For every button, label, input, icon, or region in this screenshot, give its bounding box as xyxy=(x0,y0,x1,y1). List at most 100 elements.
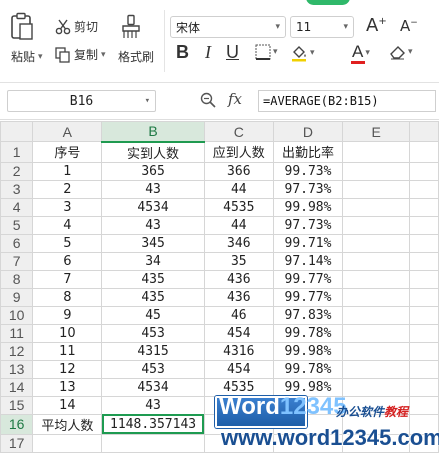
row-header[interactable]: 2 xyxy=(0,161,34,181)
cell-b2[interactable]: 365 xyxy=(101,161,205,181)
cell-b9[interactable]: 435 xyxy=(101,287,205,307)
cell-c6[interactable]: 346 xyxy=(203,233,274,253)
cell-e15[interactable] xyxy=(342,395,411,415)
cell-e17[interactable] xyxy=(342,433,411,453)
cell-a10[interactable]: 9 xyxy=(32,305,103,325)
cell-d9[interactable]: 99.77% xyxy=(272,287,344,307)
cell-b3[interactable]: 43 xyxy=(101,179,205,199)
italic-button[interactable]: I xyxy=(205,42,211,63)
cell-c15[interactable] xyxy=(203,395,274,415)
cell-f13[interactable] xyxy=(409,359,439,379)
cell-c8[interactable]: 436 xyxy=(203,269,274,289)
cell-c7[interactable]: 35 xyxy=(203,251,274,271)
row-header[interactable]: 4 xyxy=(0,197,34,217)
zoom-icon[interactable] xyxy=(200,92,216,108)
cell-e2[interactable] xyxy=(342,161,411,181)
cell-e16[interactable] xyxy=(342,413,411,435)
cell-b11[interactable]: 453 xyxy=(101,323,205,343)
cell-c17[interactable] xyxy=(203,433,274,453)
cell-c12[interactable]: 4316 xyxy=(203,341,274,361)
cell-d5[interactable]: 97.73% xyxy=(272,215,344,235)
formula-input[interactable]: =AVERAGE(B2:B15) xyxy=(258,90,436,112)
cell-c11[interactable]: 454 xyxy=(203,323,274,343)
cell-d11[interactable]: 99.78% xyxy=(272,323,344,343)
cell-b13[interactable]: 453 xyxy=(101,359,205,379)
row-header[interactable]: 13 xyxy=(0,359,34,379)
font-name-select[interactable]: 宋体 ▾ xyxy=(170,16,286,38)
copy-button[interactable]: 复制 ▾ xyxy=(55,46,106,63)
cell-f17[interactable] xyxy=(409,433,439,453)
format-painter-label-wrap[interactable]: 格式刷 xyxy=(118,48,154,65)
cell-d17[interactable] xyxy=(272,433,344,453)
cell-b10[interactable]: 45 xyxy=(101,305,205,325)
cell-a7[interactable]: 6 xyxy=(32,251,103,271)
cell-a16[interactable]: 平均人数 xyxy=(32,413,103,435)
selected-cell-b16[interactable]: 1148.357143 xyxy=(101,413,205,435)
fill-color-button[interactable]: ▾ xyxy=(290,44,315,62)
cell-a15[interactable]: 14 xyxy=(32,395,103,415)
cell-b5[interactable]: 43 xyxy=(101,215,205,235)
row-header[interactable]: 14 xyxy=(0,377,34,397)
cell-b17[interactable] xyxy=(101,433,205,453)
row-header[interactable]: 15 xyxy=(0,395,34,415)
cell-a2[interactable]: 1 xyxy=(32,161,103,181)
cell-f4[interactable] xyxy=(409,197,439,217)
column-header-b[interactable]: B xyxy=(101,121,205,143)
cell-a17[interactable] xyxy=(32,433,103,453)
cell-e14[interactable] xyxy=(342,377,411,397)
cell-f16[interactable] xyxy=(409,413,439,435)
cell-f9[interactable] xyxy=(409,287,439,307)
cell-e7[interactable] xyxy=(342,251,411,271)
cell-e9[interactable] xyxy=(342,287,411,307)
row-header[interactable]: 16 xyxy=(0,413,34,435)
cell-e5[interactable] xyxy=(342,215,411,235)
paste-button[interactable] xyxy=(9,12,35,42)
cell-f2[interactable] xyxy=(409,161,439,181)
cell-b7[interactable]: 34 xyxy=(101,251,205,271)
cell-d1[interactable]: 出勤比率 xyxy=(272,141,344,163)
bold-button[interactable]: B xyxy=(176,42,189,63)
cell-a11[interactable]: 10 xyxy=(32,323,103,343)
decrease-font-button[interactable]: A− xyxy=(400,17,418,35)
row-header[interactable]: 5 xyxy=(0,215,34,235)
cell-a6[interactable]: 5 xyxy=(32,233,103,253)
cell-c3[interactable]: 44 xyxy=(203,179,274,199)
cell-b4[interactable]: 4534 xyxy=(101,197,205,217)
cell-d8[interactable]: 99.77% xyxy=(272,269,344,289)
clear-format-button[interactable]: ▾ xyxy=(388,44,413,60)
cell-f5[interactable] xyxy=(409,215,439,235)
cell-a8[interactable]: 7 xyxy=(32,269,103,289)
cell-f3[interactable] xyxy=(409,179,439,199)
cell-a3[interactable]: 2 xyxy=(32,179,103,199)
cell-c14[interactable]: 4535 xyxy=(203,377,274,397)
font-size-select[interactable]: 11 ▾ xyxy=(290,16,354,38)
cell-c16[interactable] xyxy=(203,413,274,435)
cell-d7[interactable]: 97.14% xyxy=(272,251,344,271)
cell-f10[interactable] xyxy=(409,305,439,325)
cell-e4[interactable] xyxy=(342,197,411,217)
cell-c13[interactable]: 454 xyxy=(203,359,274,379)
cell-d16[interactable] xyxy=(272,413,344,435)
cell-e8[interactable] xyxy=(342,269,411,289)
cell-c1[interactable]: 应到人数 xyxy=(203,141,274,163)
cell-c2[interactable]: 366 xyxy=(203,161,274,181)
cell-a13[interactable]: 12 xyxy=(32,359,103,379)
cell-d12[interactable]: 99.98% xyxy=(272,341,344,361)
cell-b6[interactable]: 345 xyxy=(101,233,205,253)
insert-function-button[interactable]: fx xyxy=(228,90,242,108)
row-header[interactable]: 7 xyxy=(0,251,34,271)
increase-font-button[interactable]: A+ xyxy=(366,15,387,36)
cell-f14[interactable] xyxy=(409,377,439,397)
row-header[interactable]: 12 xyxy=(0,341,34,361)
cell-c5[interactable]: 44 xyxy=(203,215,274,235)
cell-f7[interactable] xyxy=(409,251,439,271)
cell-a14[interactable]: 13 xyxy=(32,377,103,397)
format-painter-button[interactable] xyxy=(120,14,142,40)
cell-c4[interactable]: 4535 xyxy=(203,197,274,217)
border-button[interactable]: ▾ xyxy=(255,44,278,60)
cell-b15[interactable]: 43 xyxy=(101,395,205,415)
cell-e11[interactable] xyxy=(342,323,411,343)
column-header-e[interactable]: E xyxy=(342,121,411,142)
cell-d6[interactable]: 99.71% xyxy=(272,233,344,253)
cell-b12[interactable]: 4315 xyxy=(101,341,205,361)
